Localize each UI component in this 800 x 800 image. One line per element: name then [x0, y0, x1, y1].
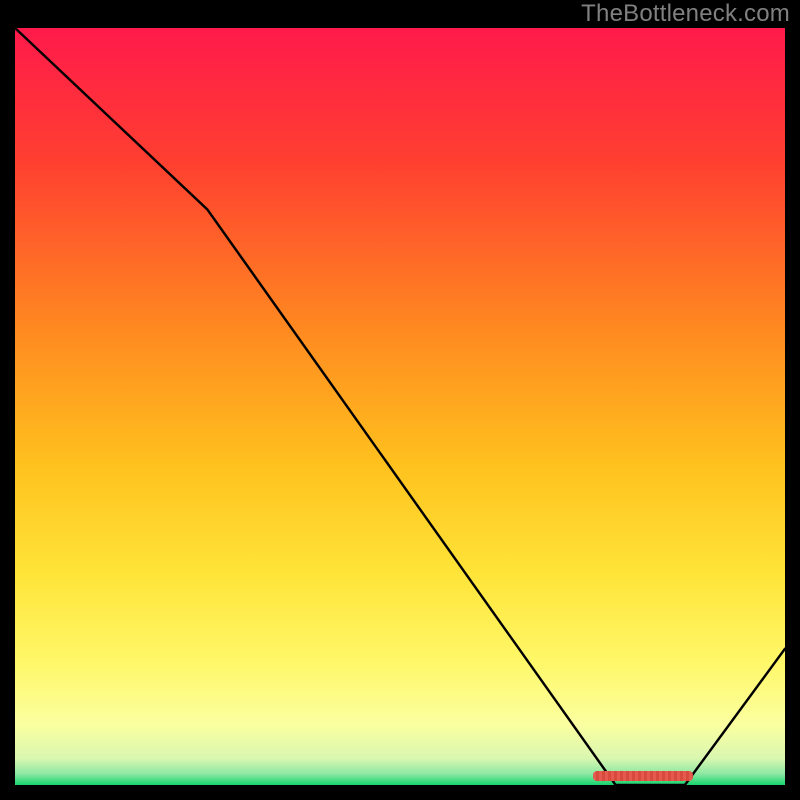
watermark-label: TheBottleneck.com — [581, 0, 790, 28]
chart-background — [15, 28, 785, 785]
chart-figure: TheBottleneck.com — [0, 0, 800, 800]
plot-area — [15, 28, 785, 785]
optimal-range-marker — [593, 771, 693, 781]
chart-svg — [15, 28, 785, 785]
